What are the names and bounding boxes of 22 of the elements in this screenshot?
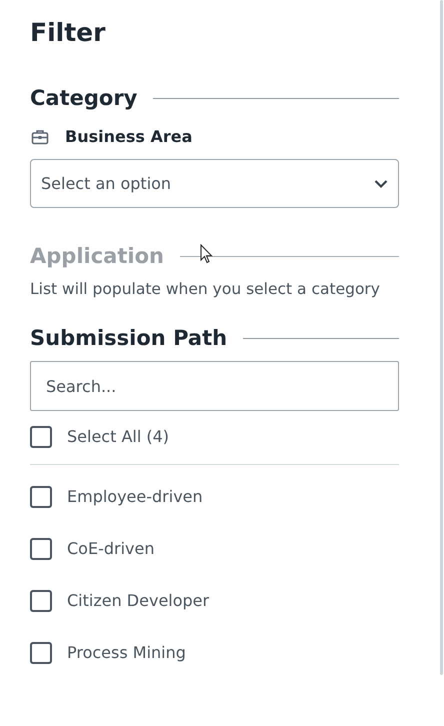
checkbox[interactable] xyxy=(30,426,52,448)
section-heading: Category xyxy=(30,85,138,112)
select-field[interactable]: Select an option xyxy=(30,159,399,208)
section-heading: Application xyxy=(30,243,164,270)
checkbox[interactable] xyxy=(30,642,52,664)
chevron-down-icon xyxy=(374,178,388,188)
checkbox-label[interactable]: Select All (4) xyxy=(67,425,170,450)
checkbox[interactable] xyxy=(30,538,52,560)
search-field[interactable]: Search... xyxy=(30,361,399,412)
checkbox[interactable] xyxy=(30,590,52,612)
section-heading: Submission Path xyxy=(30,325,228,352)
field-label: Business Area xyxy=(65,126,192,148)
cursor-icon xyxy=(200,244,213,264)
checkbox[interactable] xyxy=(30,486,52,508)
panel-title: Filter xyxy=(30,17,106,49)
checkbox-label[interactable]: Citizen Developer xyxy=(67,589,210,614)
helper-text: List will populate when you select a category xyxy=(30,279,381,300)
scrollbar[interactable] xyxy=(440,0,443,675)
checkbox-label[interactable]: CoE-driven xyxy=(67,537,154,562)
checkbox-label[interactable]: Employee-driven xyxy=(67,485,203,510)
briefcase-icon xyxy=(31,129,49,145)
checkbox-label[interactable]: Process Mining xyxy=(67,641,186,666)
